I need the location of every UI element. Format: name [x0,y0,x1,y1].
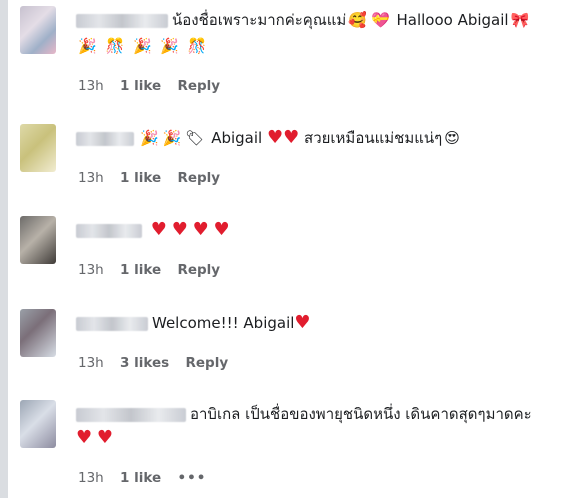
reply-button[interactable]: Reply [177,78,220,94]
heart-icon: ♥ [150,219,167,240]
heart-icon: ♥ [213,219,230,240]
avatar[interactable] [20,124,56,172]
party-popper-icon: 🎉 [78,37,97,55]
timestamp[interactable]: 13h [78,170,104,186]
like-count[interactable]: 1 like [120,262,161,278]
comment-heart-line: ♥ ♥ [76,426,113,450]
reply-button[interactable]: Reply [185,355,228,371]
heart-icon: ♥ [96,427,114,448]
like-count[interactable]: 1 like [120,170,161,186]
party-popper-icon: 🎉 [140,129,159,147]
party-popper-icon: 🎉 [132,37,152,55]
comment-text-line: อาบิเกล เป็นชื่อของพายุชนิดหนึ่ง เดินคาด… [76,402,532,426]
comment-emoji-line: 🎉 🎊 🎉 🎉 🎊 [76,34,209,58]
heart-icon: ♥ [76,427,93,448]
author-name[interactable] [76,223,142,238]
comment-meta: 13h 1 like Reply [78,78,232,94]
comment-text-2: สวยเหมือนแม่ชมแน่ๆ [304,129,443,147]
avatar[interactable] [20,309,56,357]
author-name[interactable] [76,407,186,422]
comment-text-line: Welcome!!! Abigail♥ [76,311,311,335]
comment-text-line: ♥ ♥ ♥ ♥ [76,218,230,242]
author-name[interactable] [76,316,148,331]
heart-icon: ♥ [171,219,188,240]
comment-text: อาบิเกล เป็นชื่อของพายุชนิดหนึ่ง เดินคาด… [190,405,532,423]
author-name[interactable] [76,131,134,146]
party-popper-icon: 🎉 [162,129,182,147]
comment-meta: 13h 1 like ••• [78,470,218,486]
avatar[interactable] [20,6,56,54]
ribbon-icon: 🎀 [510,11,530,29]
heart-eyes-icon: 😍 [444,129,460,147]
heart-icon: ♥ [266,127,284,148]
avatar[interactable] [20,400,56,448]
like-count[interactable]: 3 likes [120,355,169,371]
timestamp[interactable]: 13h [78,355,104,371]
comment-meta: 13h 3 likes Reply [78,355,240,371]
heart-ribbon-icon: 💝 [371,11,390,29]
heart-icon: ♥ [294,312,311,333]
comment-text-line: น้องชื่อเพราะมากค่ะคุณแม่ 🥰 💝 Hallooo Abig… [76,8,531,32]
comment-text: Abigail [211,129,263,147]
author-name[interactable] [76,13,168,28]
comment-text: Welcome!!! Abigail [152,314,295,332]
comment-meta: 13h 1 like Reply [78,170,232,186]
avatar[interactable] [20,216,56,264]
reply-button[interactable]: Reply [177,170,220,186]
comment-text: น้องชื่อเพราะมากค่ะคุณแม่ [172,11,347,29]
like-count[interactable]: 1 like [120,470,161,486]
timestamp[interactable]: 13h [78,78,104,94]
confetti-ball-icon: 🎊 [187,37,207,55]
reply-button[interactable]: Reply [177,262,220,278]
heart-icon: ♥ [283,127,300,148]
comment-meta: 13h 1 like Reply [78,262,232,278]
timestamp[interactable]: 13h [78,262,104,278]
party-popper-icon: 🎉 [160,37,180,55]
confetti-ball-icon: 🎊 [105,37,125,55]
like-count[interactable]: 1 like [120,78,161,94]
comment-text-2: Hallooo Abigail [396,11,509,29]
smiling-face-hearts-icon: 🥰 [348,11,368,29]
timestamp[interactable]: 13h [78,470,104,486]
thread-rule [0,0,8,498]
label-tag-icon: 🏷 [185,129,205,147]
heart-icon: ♥ [192,219,209,240]
comment-text-line: 🎉 🎉 🏷 Abigail ♥♥ สวยเหมือนแม่ชมแน่ๆ 😍 [76,126,462,150]
more-options-icon[interactable]: ••• [177,470,206,486]
